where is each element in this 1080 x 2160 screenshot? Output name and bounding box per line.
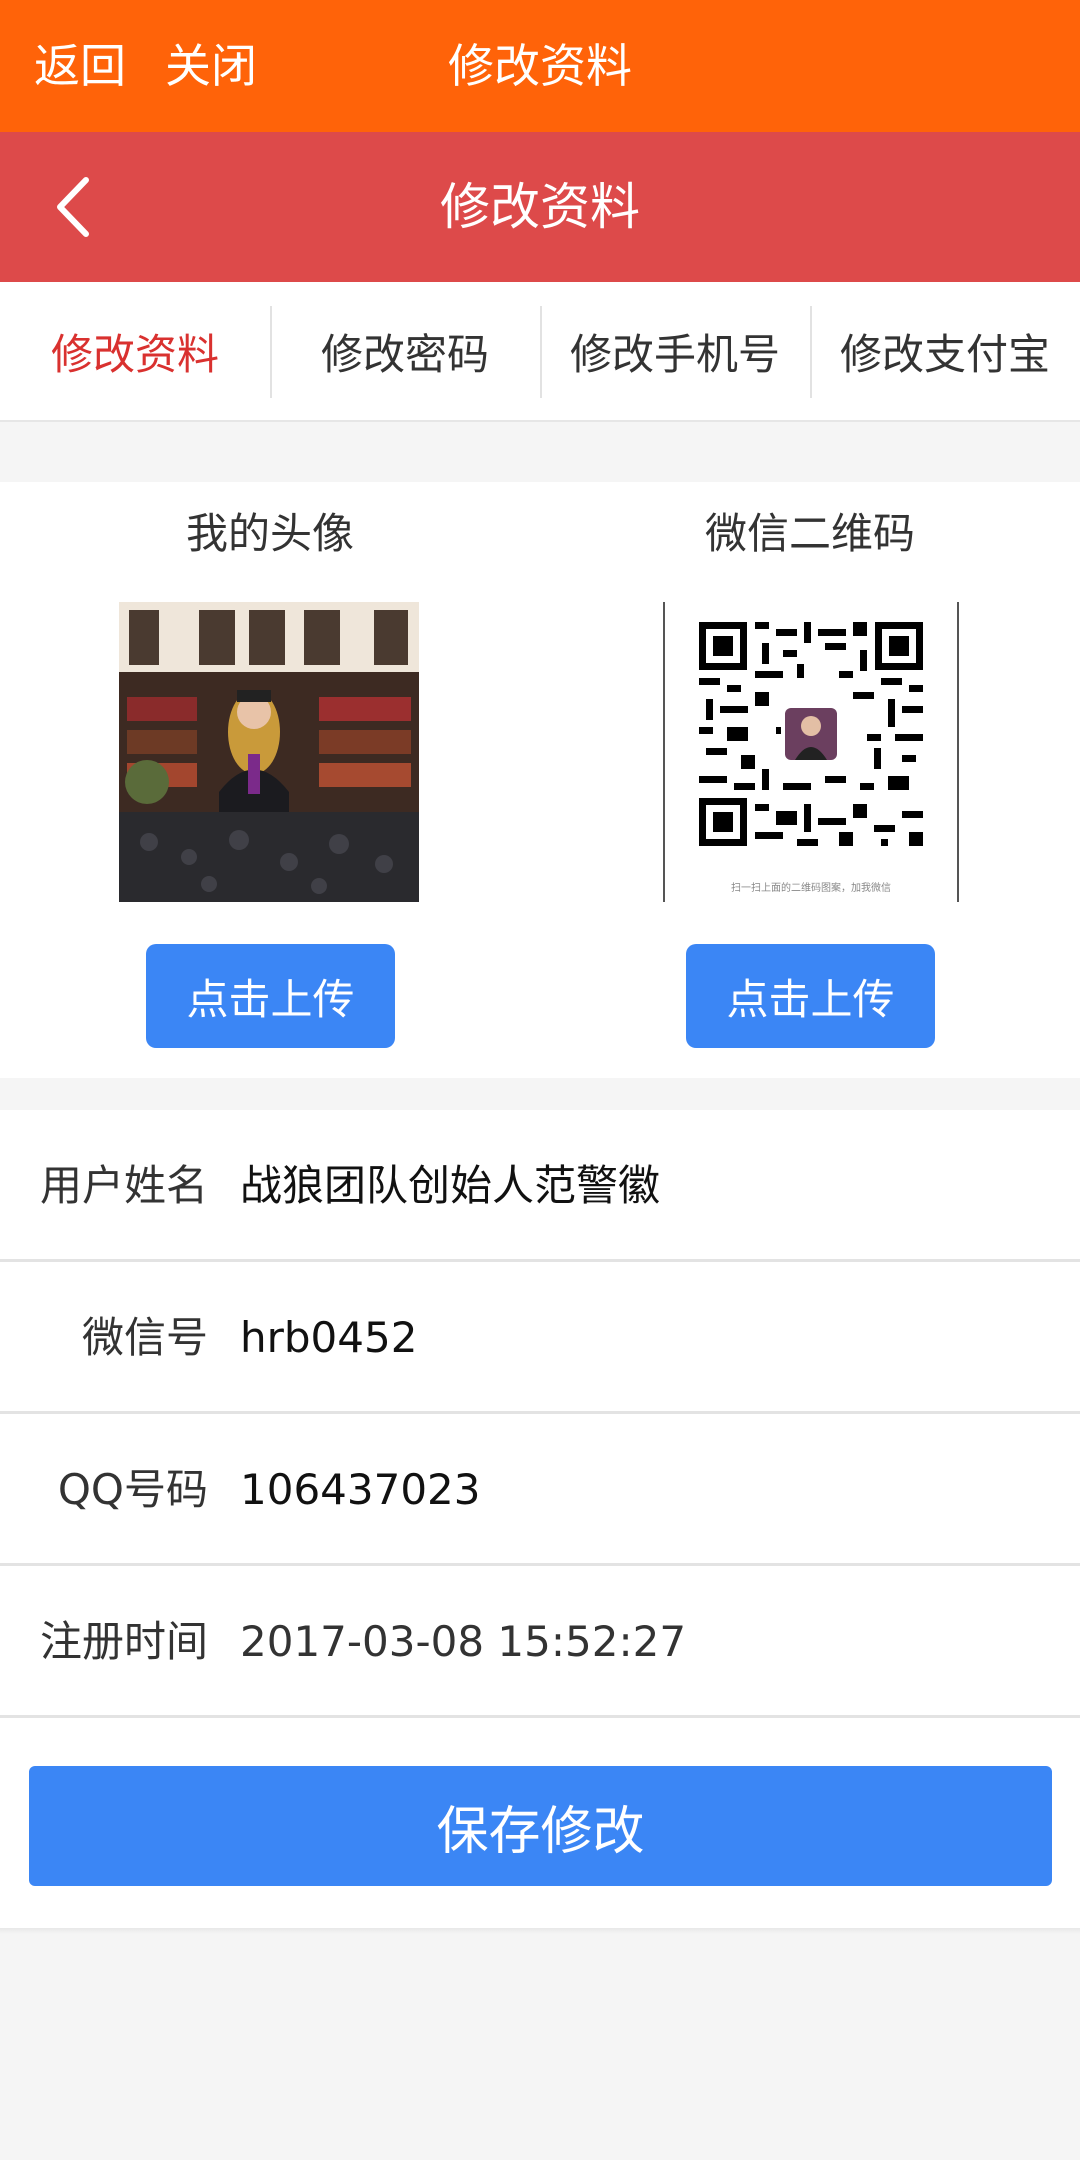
avatar-image [119,602,419,902]
form-row-wechat: 微信号 hrb0452 [0,1262,1080,1414]
wechat-qr-section: 微信二维码 扫一扫上面的二维码图案，加我微信 点击上传 [540,482,1080,1078]
wechat-qr-title: 微信二维码 [704,509,915,558]
username-label: 用户姓名 [39,1161,208,1210]
wechat-field[interactable]: hrb0452 [240,1310,417,1366]
app-top-bar: 返回 关闭 修改资料 [0,0,1080,132]
tab-edit-alipay[interactable]: 修改支付宝 [810,282,1080,420]
qq-field[interactable]: 106437023 [240,1462,481,1518]
upload-panel: 我的头像 点击上传 微信二维码 扫一扫上面的二维码图案，加我微信 点击上传 [0,482,1080,1078]
qq-label: QQ号码 [57,1465,208,1514]
register-time-value: 2017-03-08 15:52:27 [240,1617,687,1666]
form-row-username: 用户姓名 战狼团队创始人范警徽 [0,1110,1080,1262]
qr-caption: 扫一扫上面的二维码图案，加我微信 [731,883,891,894]
wechat-qr-image: 扫一扫上面的二维码图案，加我微信 [663,602,959,902]
tab-edit-phone[interactable]: 修改手机号 [540,282,810,420]
tab-edit-password[interactable]: 修改密码 [270,282,540,420]
avatar-section: 我的头像 点击上传 [0,482,540,1078]
username-field[interactable]: 战狼团队创始人范警徽 [240,1158,660,1214]
page-header: 修改资料 [0,132,1080,282]
form-shadow [0,1928,1080,1934]
upload-avatar-button[interactable]: 点击上传 [146,944,395,1048]
form-row-qq: QQ号码 106437023 [0,1414,1080,1566]
upload-wechat-qr-button[interactable]: 点击上传 [686,944,935,1048]
tab-bar: 修改资料 修改密码 修改手机号 修改支付宝 [0,282,1080,422]
form-row-register-time: 注册时间 2017-03-08 15:52:27 [0,1566,1080,1718]
avatar-title: 我的头像 [185,509,354,558]
wechat-label: 微信号 [81,1313,208,1362]
register-time-label: 注册时间 [39,1617,208,1666]
save-button[interactable]: 保存修改 [29,1766,1052,1886]
tab-edit-profile[interactable]: 修改资料 [0,282,270,420]
page-title: 修改资料 [440,178,640,236]
top-bar-title: 修改资料 [448,39,632,93]
